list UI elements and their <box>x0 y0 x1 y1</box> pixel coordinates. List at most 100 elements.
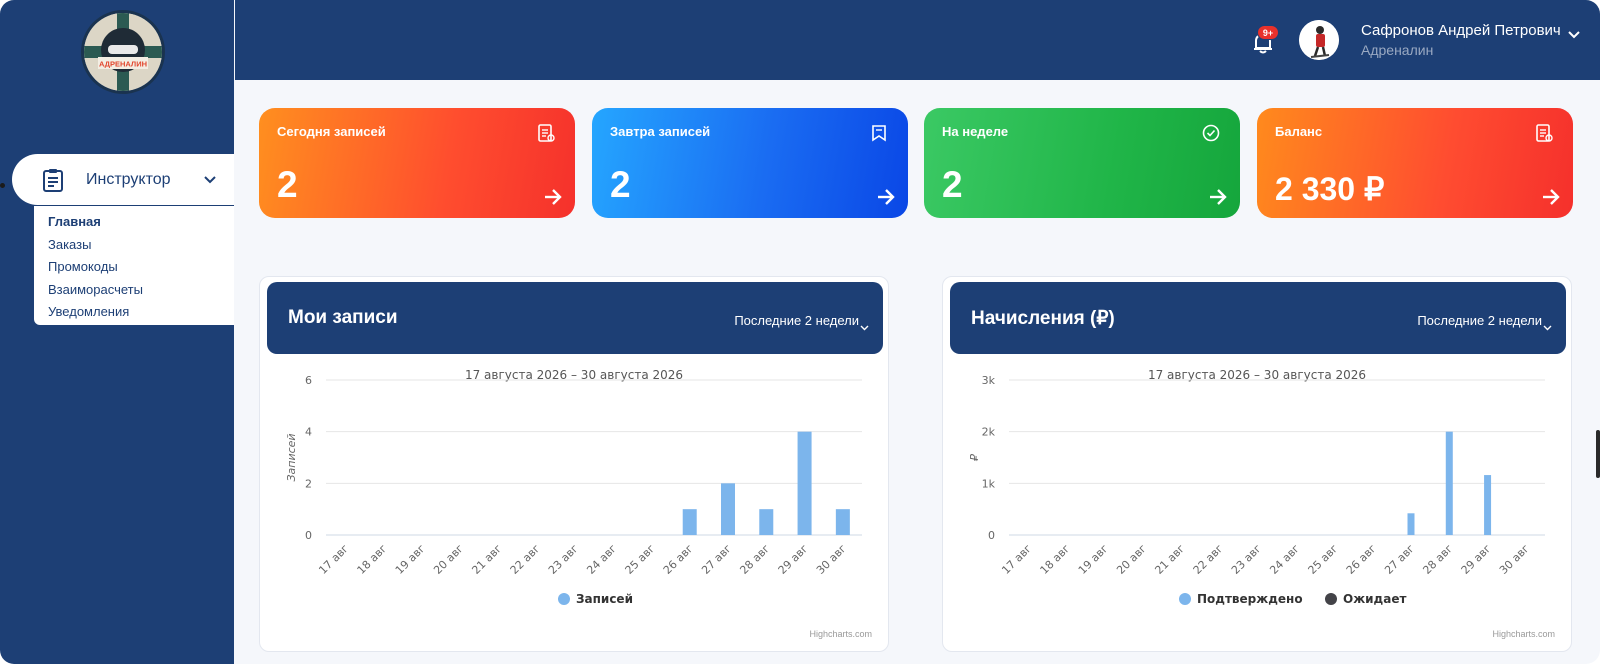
stat-card-week[interactable]: На неделе 2 <box>924 108 1240 218</box>
x-tick-label: 30 авг <box>1497 542 1532 577</box>
earnings-chart: 17 августа 2026 – 30 августа 2026 01k2k3… <box>968 368 1545 606</box>
chart-credit[interactable]: Highcharts.com <box>809 629 872 639</box>
bar[interactable] <box>797 431 812 535</box>
x-tick-label: 21 авг <box>1152 542 1187 577</box>
top-header <box>235 0 1600 80</box>
x-tick-label: 22 авг <box>1191 542 1226 577</box>
x-tick-label: 23 авг <box>546 542 581 577</box>
avatar[interactable] <box>1299 20 1339 60</box>
stat-card-balance[interactable]: Баланс 2 330 ₽ <box>1257 108 1573 218</box>
stat-value: 2 <box>610 164 631 205</box>
x-tick-label: 27 авг <box>699 542 734 577</box>
period-select[interactable]: Последние 2 недели <box>1417 313 1542 328</box>
arrow-right-icon[interactable] <box>876 188 896 211</box>
submenu-item-settlements[interactable]: Взаиморасчеты <box>48 279 234 302</box>
x-tick-label: 24 авг <box>584 542 619 577</box>
x-tick-label: 17 авг <box>316 542 351 577</box>
chart-credit[interactable]: Highcharts.com <box>1492 629 1555 639</box>
legend-marker[interactable] <box>1325 593 1337 605</box>
legend-label[interactable]: Ожидает <box>1343 592 1406 606</box>
chevron-down-icon[interactable] <box>860 318 869 336</box>
sidebar-item-label: Инструктор <box>86 170 171 188</box>
x-tick-label: 21 авг <box>469 542 504 577</box>
clipboard-icon <box>40 167 66 193</box>
stat-title: Завтра записей <box>610 124 711 139</box>
x-tick-label: 29 авг <box>1459 542 1494 577</box>
notification-badge: 9+ <box>1257 25 1279 40</box>
stat-value: 2 <box>942 164 963 205</box>
x-tick-label: 28 авг <box>1420 542 1455 577</box>
legend-marker[interactable] <box>1179 593 1191 605</box>
submenu-item-home[interactable]: Главная <box>48 211 234 234</box>
arrow-right-icon[interactable] <box>1208 188 1228 211</box>
stat-title: Баланс <box>1275 124 1323 139</box>
x-tick-label: 30 авг <box>814 542 849 577</box>
x-tick-label: 26 авг <box>661 542 696 577</box>
bar[interactable] <box>1407 513 1415 535</box>
x-tick-label: 26 авг <box>1344 542 1379 577</box>
x-tick-label: 17 авг <box>999 542 1034 577</box>
x-tick-label: 28 авг <box>737 542 772 577</box>
panel-header: Начисления (₽) Последние 2 недели <box>950 282 1566 354</box>
period-select[interactable]: Последние 2 недели <box>734 313 859 328</box>
app-frame: АДРЕНАЛИН Инструктор Главная Заказы Пром… <box>0 0 1600 664</box>
panel-header: Мои записи Последние 2 недели <box>267 282 883 354</box>
x-tick-label: 18 авг <box>1038 542 1073 577</box>
submenu-item-promocodes[interactable]: Промокоды <box>48 256 234 279</box>
x-tick-label: 23 авг <box>1229 542 1264 577</box>
panel-title: Начисления (₽) <box>971 308 1115 329</box>
y-axis-label: ₽ <box>968 453 981 462</box>
legend-label[interactable]: Записей <box>576 592 633 606</box>
bar[interactable] <box>1484 475 1492 535</box>
y-tick-label: 1k <box>982 477 996 490</box>
legend-marker[interactable] <box>558 593 570 605</box>
chevron-down-icon[interactable] <box>1543 318 1552 336</box>
sidebar: АДРЕНАЛИН Инструктор Главная Заказы Пром… <box>0 0 234 664</box>
brand-logo-graphic: АДРЕНАЛИН <box>84 13 162 91</box>
user-organization: Адреналин <box>1361 42 1434 58</box>
brand-logo[interactable]: АДРЕНАЛИН <box>81 10 165 94</box>
x-tick-label: 24 авг <box>1267 542 1302 577</box>
document-icon <box>1535 124 1553 147</box>
x-tick-label: 22 авг <box>508 542 543 577</box>
stat-title: Сегодня записей <box>277 124 386 139</box>
stat-title: На неделе <box>942 124 1009 139</box>
user-name[interactable]: Сафронов Андрей Петрович <box>1361 22 1561 39</box>
y-tick-label: 0 <box>305 529 312 542</box>
legend-label[interactable]: Подтверждено <box>1197 592 1303 606</box>
y-tick-label: 4 <box>305 426 312 439</box>
stat-card-today[interactable]: Сегодня записей 2 <box>259 108 575 218</box>
x-tick-label: 20 авг <box>1114 542 1149 577</box>
document-icon <box>537 124 555 147</box>
x-tick-label: 27 авг <box>1382 542 1417 577</box>
x-tick-label: 25 авг <box>623 542 658 577</box>
panel-earnings: Начисления (₽) Последние 2 недели 17 авг… <box>942 276 1572 652</box>
x-tick-label: 25 авг <box>1306 542 1341 577</box>
x-tick-label: 20 авг <box>431 542 466 577</box>
y-tick-label: 6 <box>305 374 312 387</box>
panel-my-bookings: Мои записи Последние 2 недели 17 августа… <box>259 276 889 652</box>
bar[interactable] <box>721 483 735 535</box>
scrollbar-thumb[interactable] <box>1596 430 1600 478</box>
arrow-right-icon[interactable] <box>1541 188 1561 211</box>
chevron-down-icon <box>204 171 216 189</box>
bar[interactable] <box>835 509 850 535</box>
submenu-item-notifications[interactable]: Уведомления <box>48 301 234 324</box>
bar[interactable] <box>682 509 697 535</box>
chevron-down-icon[interactable] <box>1568 26 1580 44</box>
sidebar-item-instructor[interactable]: Инструктор <box>12 154 234 205</box>
y-tick-label: 0 <box>988 529 995 542</box>
bar[interactable] <box>1445 431 1453 535</box>
bar[interactable] <box>759 509 774 535</box>
stat-card-tomorrow[interactable]: Завтра записей 2 <box>592 108 908 218</box>
submenu-item-orders[interactable]: Заказы <box>48 234 234 257</box>
logo-text: АДРЕНАЛИН <box>99 60 147 69</box>
check-circle-icon <box>1202 124 1220 147</box>
x-tick-label: 19 авг <box>1076 542 1111 577</box>
y-tick-label: 3k <box>982 374 996 387</box>
arrow-right-icon[interactable] <box>543 188 563 211</box>
panel-title: Мои записи <box>288 307 398 328</box>
bookings-chart: 17 августа 2026 – 30 августа 2026 0246За… <box>285 368 862 606</box>
y-axis-label: Записей <box>285 433 298 481</box>
active-indicator-dot <box>0 183 5 188</box>
